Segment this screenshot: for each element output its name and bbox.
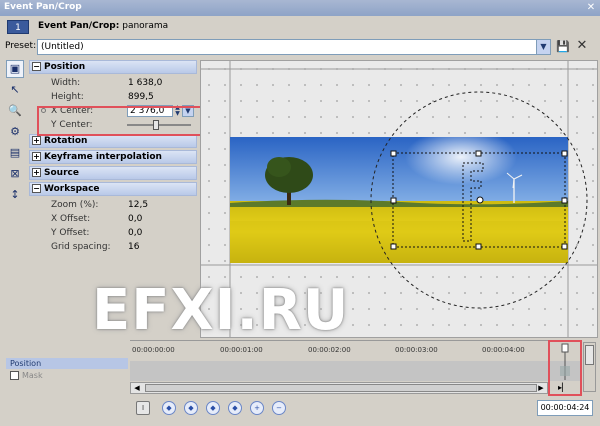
prop-width: Width: 1 638,0 [29,76,197,90]
prop-height: Height: 899,5 [29,90,197,104]
event-header: 1 Event Pan/Crop: panorama [0,16,600,38]
zoom-icon[interactable]: 🔍 [6,102,24,120]
timeline-tick: 00:00:02:00 [308,346,351,354]
section-rotation-title: Rotation [44,136,88,146]
prop-zoom-label: Zoom (%): [51,200,99,210]
normal-edit-icon[interactable]: ⚙ [6,123,24,141]
prop-zoom-value[interactable]: 12,5 [128,200,148,210]
chevron-down-icon[interactable]: ▼ [536,40,550,54]
slider-thumb[interactable] [153,120,160,130]
spinner-icon[interactable]: ▲ ▼ [174,105,181,117]
prop-ycenter: Y Center: [29,118,197,132]
panorama-image [230,137,568,263]
section-position[interactable]: − Position [29,60,197,74]
expand-icon[interactable]: + [32,168,41,177]
xcenter-input[interactable]: 2 376,0 [127,105,173,117]
track-position[interactable]: Position [6,358,128,369]
section-keyframe[interactable]: + Keyframe interpolation [29,150,197,164]
chevron-down-icon[interactable]: ▼ [182,105,194,117]
prop-yoffset-value[interactable]: 0,0 [128,228,142,238]
preset-label: Preset: [5,41,37,51]
properties-icon[interactable]: ▣ [6,60,24,78]
track-mask: Mask [6,370,128,381]
sync-cursor-icon[interactable]: I [136,401,150,415]
window-title: Event Pan/Crop [4,2,82,12]
center-icon[interactable]: ▤ [6,144,24,162]
prop-yoffset: Y Offset: 0,0 [29,226,197,240]
section-source[interactable]: + Source [29,166,197,180]
delete-icon[interactable]: ✕ [575,39,589,53]
timeline-tick: 00:00:00:00 [132,346,175,354]
playhead-icon[interactable]: ▸▏ [550,342,580,394]
left-toolbar: ▣ ↖ 🔍 ⚙ ▤ ⊠ ↕ [6,60,26,207]
track-mask-label: Mask [22,371,43,380]
prop-width-label: Width: [51,78,81,88]
move-vertical-icon[interactable]: ↕ [6,186,24,204]
collapse-icon[interactable]: − [32,184,41,193]
prop-xoffset: X Offset: 0,0 [29,212,197,226]
keyframe-nav: I ◆ ◆ ◆ ◆ + − 00:00:04:24 [130,398,598,418]
expand-icon[interactable]: + [32,136,41,145]
prop-grid: Grid spacing: 16 [29,240,197,254]
keyframe-dot-icon [41,108,46,113]
mask-checkbox[interactable] [10,371,19,380]
timeline-tick: 00:00:03:00 [395,346,438,354]
collapse-icon[interactable]: − [32,62,41,71]
pointer-icon[interactable]: ↖ [6,81,24,99]
time-display: 00:00:04:24 [537,400,593,416]
scroll-thumb[interactable] [145,384,537,392]
track-list: Position Mask [6,340,128,380]
timeline-tick: 00:00:01:00 [220,346,263,354]
section-workspace[interactable]: − Workspace [29,182,197,196]
close-icon[interactable]: ✕ [585,2,597,14]
timeline-strip[interactable] [130,361,582,381]
center-handle[interactable] [476,196,484,204]
expand-icon[interactable]: + [32,152,41,161]
window-title-bar: Event Pan/Crop ✕ [0,0,600,16]
keyframe-timeline[interactable]: 00:00:00:00 00:00:01:00 00:00:02:00 00:0… [130,340,582,381]
scroll-thumb[interactable] [585,345,594,365]
next-keyframe-icon[interactable]: ◆ [206,401,220,415]
playhead-highlight: ▸▏ [548,340,582,396]
event-title-bold: Event Pan/Crop: [38,21,120,31]
prop-ycenter-label: Y Center: [51,120,93,130]
event-title-name: panorama [122,21,169,31]
last-keyframe-icon[interactable]: ◆ [228,401,242,415]
scroll-right-icon[interactable]: ▶ [535,383,547,393]
section-source-title: Source [44,168,79,178]
mirror-icon[interactable]: ⊠ [6,165,24,183]
section-workspace-title: Workspace [44,184,100,194]
prop-height-value[interactable]: 899,5 [128,92,154,102]
section-position-title: Position [44,62,86,72]
prop-grid-value[interactable]: 16 [128,242,139,252]
watermark: EFXI.RU [92,278,350,343]
add-keyframe-icon[interactable]: + [250,401,264,415]
preset-value: (Untitled) [41,42,84,52]
prop-xoffset-label: X Offset: [51,214,91,224]
first-keyframe-icon[interactable]: ◆ [162,401,176,415]
save-icon[interactable]: 💾 [556,40,570,53]
scroll-left-icon[interactable]: ◀ [131,383,143,393]
timeline-tick: 00:00:04:00 [482,346,525,354]
section-rotation[interactable]: + Rotation [29,134,197,148]
prop-width-value[interactable]: 1 638,0 [128,78,162,88]
preset-dropdown[interactable]: (Untitled) ▼ [37,39,551,55]
prop-yoffset-label: Y Offset: [51,228,90,238]
horizontal-scrollbar[interactable]: ◀ ▶ [130,382,548,394]
prop-zoom: Zoom (%): 12,5 [29,198,197,212]
prop-xoffset-value[interactable]: 0,0 [128,214,142,224]
event-number-badge: 1 [7,20,29,34]
prev-keyframe-icon[interactable]: ◆ [184,401,198,415]
delete-keyframe-icon[interactable]: − [272,401,286,415]
prop-xcenter-label: X Center: [51,106,94,116]
prop-grid-label: Grid spacing: [51,242,111,252]
preset-row: Preset: (Untitled) ▼ 💾 ✕ [0,38,600,56]
event-title: Event Pan/Crop: panorama [38,21,168,31]
ycenter-slider[interactable] [127,120,191,130]
prop-height-label: Height: [51,92,84,102]
vertical-scrollbar[interactable] [583,342,596,392]
svg-text:▸▏: ▸▏ [558,382,568,392]
prop-xcenter: X Center: 2 376,0 ▲ ▼ ▼ [29,104,197,118]
section-keyframe-title: Keyframe interpolation [44,152,162,162]
